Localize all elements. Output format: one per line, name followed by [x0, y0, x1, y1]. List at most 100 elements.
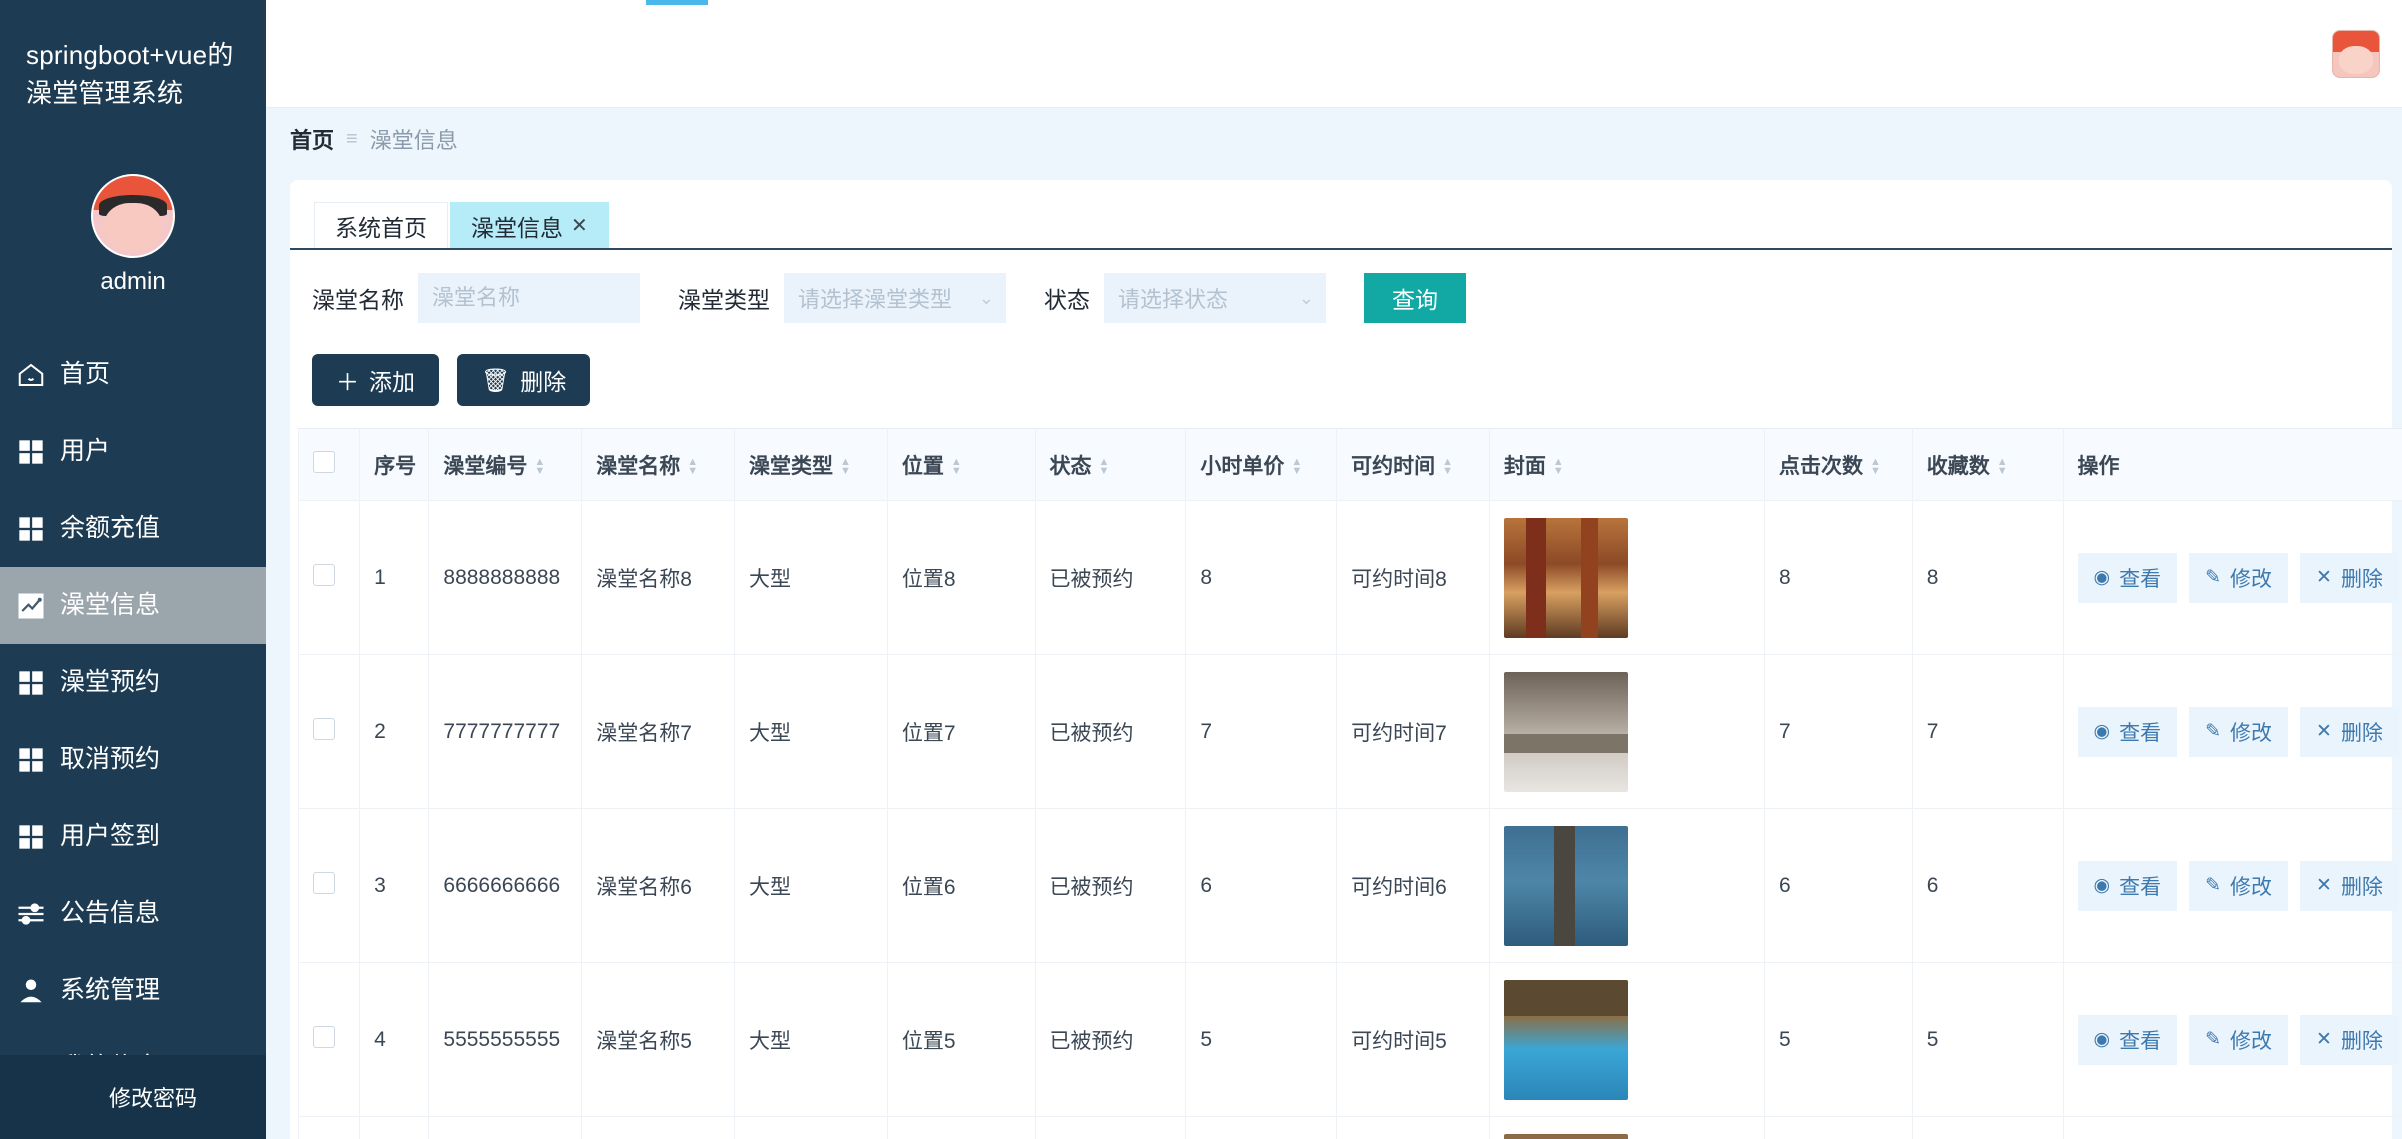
sidebar-item-label: 澡堂信息: [60, 593, 160, 618]
cell-time: 可约时间6: [1337, 809, 1490, 963]
cell-type: 大型: [735, 655, 888, 809]
sort-toggle-icon[interactable]: ▲▼: [534, 458, 545, 476]
sidebar-user: admin: [0, 174, 266, 296]
cell-code: [429, 1117, 582, 1139]
bathhouse-type-select[interactable]: 请选择澡堂类型 ⌄: [784, 273, 1006, 323]
query-button[interactable]: 查询: [1364, 273, 1466, 323]
cell-favorites: 7: [1912, 655, 2063, 809]
change-password-label: 修改密码: [69, 1081, 197, 1113]
delete-button[interactable]: ✕删除: [2300, 707, 2399, 757]
cover-thumbnail[interactable]: [1504, 518, 1628, 638]
cover-thumbnail[interactable]: [1504, 980, 1628, 1100]
row-checkbox[interactable]: [313, 564, 335, 586]
delete-button-label: 删除: [2341, 871, 2383, 901]
sort-toggle-icon[interactable]: ▲▼: [1442, 458, 1453, 476]
tab-label: 系统首页: [335, 209, 427, 243]
cover-thumbnail[interactable]: [1504, 826, 1628, 946]
edit-button[interactable]: ✎修改: [2189, 707, 2288, 757]
edit-button[interactable]: ✎修改: [2189, 553, 2288, 603]
cover-thumbnail[interactable]: [1504, 1134, 1628, 1139]
row-checkbox[interactable]: [313, 718, 335, 740]
close-icon[interactable]: ✕: [571, 213, 588, 238]
edit-icon: ✎: [2205, 566, 2221, 589]
cell-status: 已被预约: [1035, 655, 1186, 809]
table-row: 45555555555澡堂名称5大型位置5已被预约5可约时间555◉查看✎修改✕…: [299, 963, 2402, 1117]
column-header-location[interactable]: 位置 ▲▼: [887, 429, 1035, 501]
delete-button[interactable]: ✕删除: [2300, 1015, 2399, 1065]
topbar-avatar[interactable]: [2332, 30, 2380, 78]
cover-thumbnail[interactable]: [1504, 672, 1628, 792]
sidebar-item-bathhouse-info[interactable]: 澡堂信息: [0, 567, 266, 644]
batch-delete-button[interactable]: 🗑 删除: [457, 354, 590, 406]
column-header-label: 澡堂名称: [596, 455, 680, 478]
add-button[interactable]: ＋ 添加: [312, 354, 439, 406]
sidebar-item-label: 系统管理: [60, 978, 160, 1003]
sidebar-item-checkin[interactable]: 用户签到: [0, 798, 266, 875]
change-password-button[interactable]: 修改密码: [0, 1055, 266, 1139]
view-button-label: 查看: [2119, 871, 2161, 901]
column-header-clicks[interactable]: 点击次数▲▼: [1765, 429, 1913, 501]
active-tab-indicator: [646, 0, 708, 5]
tab-system-home[interactable]: 系统首页: [314, 202, 448, 248]
sort-toggle-icon[interactable]: ▲▼: [951, 458, 962, 476]
edit-icon: ✎: [2205, 1028, 2221, 1051]
tab-label: 澡堂信息: [471, 209, 563, 243]
cell-location: [887, 1117, 1035, 1139]
view-button[interactable]: ◉查看: [2078, 861, 2178, 911]
operations-cell: ◉查看✎修改✕删除: [2063, 501, 2402, 655]
column-header-name[interactable]: 澡堂名称 ▲▼: [582, 429, 735, 501]
column-header-status[interactable]: 状态▲▼: [1035, 429, 1186, 501]
sort-toggle-icon[interactable]: ▲▼: [1553, 458, 1564, 476]
sort-toggle-icon[interactable]: ▲▼: [1870, 458, 1881, 476]
column-header-label: 序号: [374, 455, 416, 478]
cell-code: 8888888888: [429, 501, 582, 655]
bathhouse-name-input[interactable]: [418, 273, 640, 323]
delete-button[interactable]: ✕删除: [2300, 553, 2399, 603]
sidebar-item-system[interactable]: 系统管理: [0, 952, 266, 1029]
column-header-label: 位置: [902, 455, 944, 478]
edit-button[interactable]: ✎修改: [2189, 1015, 2288, 1065]
sidebar-item-announcement[interactable]: 公告信息: [0, 875, 266, 952]
view-button[interactable]: ◉查看: [2078, 707, 2178, 757]
edit-button[interactable]: ✎修改: [2189, 861, 2288, 911]
table-head: 序号澡堂编号▲▼澡堂名称▲▼澡堂类型▲▼位置▲▼状态▲▼小时单价▲▼可约时间▲▼…: [299, 429, 2402, 501]
cell-status: 已被预约: [1035, 809, 1186, 963]
table-row: 5: [299, 1117, 2402, 1139]
column-header-code[interactable]: 澡堂编号▲▼: [429, 429, 582, 501]
app-root: springboot+vue的澡堂管理系统 admin 首页: [0, 0, 2402, 1139]
column-header-time[interactable]: 可约时间▲▼: [1337, 429, 1490, 501]
delete-button[interactable]: ✕删除: [2300, 861, 2399, 911]
sort-toggle-icon[interactable]: ▲▼: [1099, 458, 1110, 476]
sidebar-item-home[interactable]: 首页: [0, 336, 266, 413]
avatar[interactable]: [91, 174, 175, 258]
sort-toggle-icon[interactable]: ▲▼: [1291, 458, 1302, 476]
sort-toggle-icon[interactable]: ▲▼: [1997, 458, 2008, 476]
sidebar-item-cancel-reservation[interactable]: 取消预约: [0, 721, 266, 798]
column-header-cover[interactable]: 封面▲▼: [1489, 429, 1764, 501]
column-header-price[interactable]: 小时单价▲▼: [1186, 429, 1337, 501]
breadcrumb-home[interactable]: 首页: [290, 123, 334, 155]
row-checkbox[interactable]: [313, 872, 335, 894]
tab-bathhouse-info[interactable]: 澡堂信息 ✕: [450, 202, 609, 248]
status-value: 请选择状态: [1118, 282, 1228, 314]
sidebar-item-recharge[interactable]: 余额充值: [0, 490, 266, 567]
column-header-type[interactable]: 澡堂类型▲▼: [735, 429, 888, 501]
row-checkbox[interactable]: [313, 1026, 335, 1048]
sidebar-item-users[interactable]: 用户: [0, 413, 266, 490]
select-all-checkbox[interactable]: [313, 451, 335, 473]
column-header-favorites[interactable]: 收藏数▲▼: [1912, 429, 2063, 501]
view-button[interactable]: ◉查看: [2078, 553, 2178, 603]
operations-cell: ◉查看✎修改✕删除: [2063, 809, 2402, 963]
status-select[interactable]: 请选择状态 ⌄: [1104, 273, 1326, 323]
view-button[interactable]: ◉查看: [2078, 1015, 2178, 1065]
chevron-down-icon: ⌄: [979, 288, 994, 309]
cell-index: 5: [360, 1117, 429, 1139]
sidebar-item-label: 取消预约: [60, 747, 160, 772]
sort-toggle-icon[interactable]: ▲▼: [840, 458, 851, 476]
breadcrumb-separator-icon: ≡: [346, 128, 358, 151]
cover-cell: [1489, 655, 1764, 809]
sort-toggle-icon[interactable]: ▲▼: [687, 458, 698, 476]
sidebar-item-reservation[interactable]: 澡堂预约: [0, 644, 266, 721]
table-body: 18888888888澡堂名称8大型位置8已被预约8可约时间888◉查看✎修改✕…: [299, 501, 2402, 1139]
sidebar: springboot+vue的澡堂管理系统 admin 首页: [0, 0, 266, 1139]
